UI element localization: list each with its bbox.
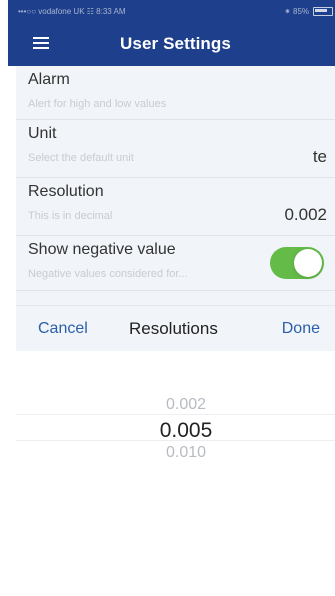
picker-selection-top-line <box>16 414 335 415</box>
cancel-button[interactable]: Cancel <box>38 320 88 338</box>
navigation-bar: User Settings <box>8 22 335 66</box>
resolution-value: 0.002 <box>284 205 327 224</box>
resolution-setting-row[interactable]: Resolution This is in decimal 0.002 <box>16 178 335 236</box>
resolution-option-0002[interactable]: 0.002 <box>16 396 335 414</box>
status-bar: •••○○ vodafone UK ☷ 8:33 AM ⁕ 85% <box>8 0 335 22</box>
battery-icon <box>313 6 333 16</box>
done-button[interactable]: Done <box>282 320 320 338</box>
alarm-description: Alert for high and low values <box>28 98 167 110</box>
unit-description: Select the default unit <box>28 152 134 164</box>
user-settings-screen: •••○○ vodafone UK ☷ 8:33 AM ⁕ 85% User S… <box>0 0 335 596</box>
resolution-option-0005[interactable]: 0.005 <box>16 419 335 443</box>
resolutions-picker-title: Resolutions <box>129 319 218 338</box>
unit-title: Unit <box>28 125 57 142</box>
resolution-title: Resolution <box>28 183 104 200</box>
toggle-knob <box>294 249 322 277</box>
carrier-and-time: •••○○ vodafone UK ☷ 8:33 AM <box>18 7 126 16</box>
negative-value-setting-row: Show negative value Negative values cons… <box>16 236 335 291</box>
resolution-option-0010[interactable]: 0.010 <box>16 444 335 462</box>
negative-value-toggle[interactable] <box>270 247 324 279</box>
status-left-text: •••○○ vodafone UK ☷ 8:33 AM <box>18 6 126 16</box>
resolution-description: This is in decimal <box>28 210 113 222</box>
resolution-picker: 0.002 0.005 0.010 <box>16 351 335 596</box>
negative-value-description: Negative values considered for... <box>28 268 188 280</box>
unit-setting-row[interactable]: Unit Select the default unit te <box>16 120 335 178</box>
negative-value-title: Show negative value <box>28 241 176 258</box>
settings-list: Alarm Alert for high and low values Unit… <box>16 66 335 317</box>
page-title: User Settings <box>120 34 231 53</box>
unit-value: te <box>312 147 327 166</box>
alarm-title: Alarm <box>28 71 70 88</box>
status-right-area: ⁕ 85% <box>284 6 333 16</box>
battery-percentage: ⁕ 85% <box>284 6 309 16</box>
picker-toolbar: Cancel Resolutions Done <box>16 305 335 351</box>
alarm-setting-row[interactable]: Alarm Alert for high and low values <box>16 66 335 120</box>
